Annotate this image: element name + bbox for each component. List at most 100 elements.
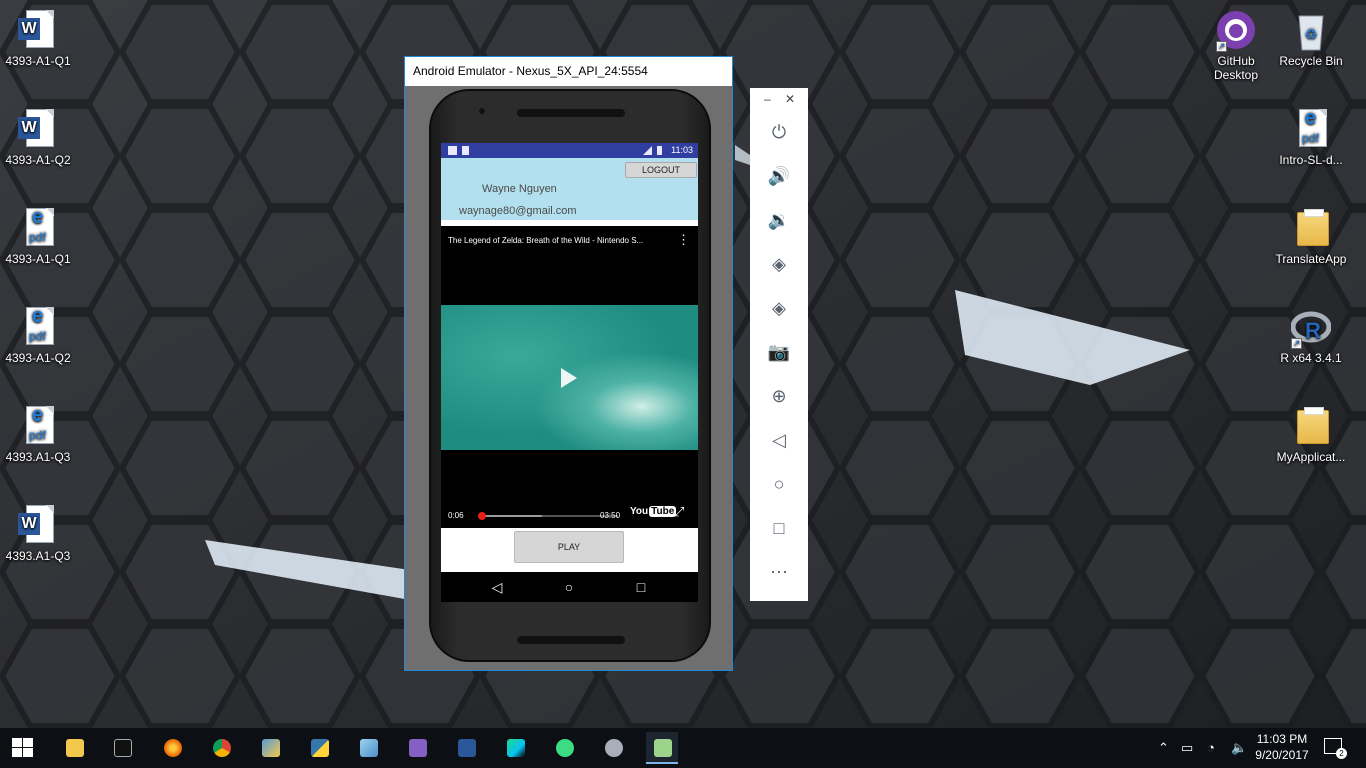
logout-button[interactable]: LOGOUT — [625, 162, 697, 178]
mail-notification-icon — [448, 146, 457, 155]
r-icon[interactable] — [597, 732, 629, 764]
pdf-document-icon: e pdf — [1291, 107, 1331, 151]
desktop-icon-label: 4393.A1-Q3 — [5, 549, 71, 563]
visual-studio-icon[interactable] — [401, 732, 433, 764]
youtube-player[interactable]: The Legend of Zelda: Breath of the Wild … — [441, 226, 698, 528]
phone-frame: 11:03 LOGOUT Wayne Nguyen waynage80@gmai… — [429, 89, 711, 662]
emulator-title[interactable]: Android Emulator - Nexus_5X_API_24:5554 — [405, 57, 732, 86]
clock-time: 11:03 PM — [1256, 732, 1308, 746]
more-icon[interactable]: ⋯ — [764, 559, 794, 585]
desktop-icon-github-desktop[interactable]: ↗ GitHub Desktop — [1198, 8, 1274, 82]
desktop-icon-label: 4393-A1-Q2 — [5, 351, 71, 365]
chrome-icon[interactable] — [205, 732, 237, 764]
volume-icon[interactable]: 🔈 — [1231, 740, 1247, 756]
desktop-icon-word-q1[interactable]: W 4393-A1-Q1 — [0, 8, 76, 68]
back-icon[interactable]: ◁ — [482, 572, 512, 602]
pdf-document-icon: e pdf — [18, 305, 58, 349]
desktop-icon-recycle-bin[interactable]: ♻ Recycle Bin — [1273, 8, 1349, 68]
clock-date: 9/20/2017 — [1255, 748, 1309, 762]
minimize-icon[interactable]: – — [764, 92, 771, 106]
desktop-icon-r-x64[interactable]: R ↗ R x64 3.4.1 — [1273, 305, 1349, 365]
word-document-icon: W — [18, 8, 58, 52]
recycle-bin-icon: ♻ — [1291, 8, 1331, 52]
camera-icon[interactable]: 📷 — [764, 339, 794, 365]
desktop-icon-word-q3[interactable]: W 4393.A1-Q3 — [0, 503, 76, 563]
folder-icon — [1291, 206, 1331, 250]
start-icon[interactable] — [12, 738, 34, 758]
home-icon[interactable]: ○ — [764, 471, 794, 497]
overview-icon[interactable]: □ — [764, 515, 794, 541]
notepad-icon[interactable] — [352, 732, 384, 764]
firefox-icon[interactable] — [156, 732, 188, 764]
svg-text:R: R — [1305, 318, 1321, 343]
seek-bar[interactable] — [477, 512, 618, 520]
webstorm-icon[interactable] — [499, 732, 531, 764]
more-vert-icon[interactable]: ⋮ — [677, 233, 690, 248]
power-icon[interactable]: ⏻ — [764, 119, 794, 145]
desktop-icon-label: 4393.A1-Q3 — [5, 450, 71, 464]
word-icon[interactable] — [450, 732, 482, 764]
desktop-icon-label: R x64 3.4.1 — [1280, 351, 1342, 365]
signal-icon — [643, 146, 652, 155]
wifi-icon[interactable]: ◔ — [1207, 740, 1215, 755]
android-studio-icon[interactable] — [548, 732, 580, 764]
user-name: Wayne Nguyen — [482, 183, 557, 195]
desktop-icon-label: 4393-A1-Q2 — [5, 153, 71, 167]
status-time: 11:03 — [671, 145, 693, 155]
desktop-icon-label: 4393-A1-Q1 — [5, 252, 71, 266]
speaker-grille-bottom — [517, 636, 625, 644]
tools-icon[interactable] — [254, 732, 286, 764]
desktop-icon-label: Recycle Bin — [1279, 54, 1343, 68]
command-prompt-icon[interactable] — [106, 732, 138, 764]
user-email: waynage80@gmail.com — [459, 205, 577, 217]
desktop-icon-pdf-q1[interactable]: e pdf 4393-A1-Q1 — [0, 206, 76, 266]
battery-icon — [657, 146, 662, 155]
phone-screen[interactable]: 11:03 LOGOUT Wayne Nguyen waynage80@gmai… — [441, 143, 698, 602]
chevron-up-icon[interactable]: ⌃ — [1158, 740, 1169, 756]
pdf-document-icon: e pdf — [18, 206, 58, 250]
user-header: LOGOUT Wayne Nguyen waynage80@gmail.com — [441, 158, 698, 220]
android-status-bar: 11:03 — [441, 143, 698, 158]
sd-card-icon — [462, 146, 469, 155]
word-document-icon: W — [18, 503, 58, 547]
emulator-icon[interactable] — [646, 732, 678, 764]
word-document-icon: W — [18, 107, 58, 151]
home-icon[interactable]: ○ — [554, 572, 584, 602]
desktop-icon-pdf-q3[interactable]: e pdf 4393.A1-Q3 — [0, 404, 76, 464]
rotate-right-icon[interactable]: ◈ — [764, 295, 794, 321]
volume-down-icon[interactable]: 🔉 — [764, 207, 794, 233]
emulator-toolbar: – ✕ ⏻ 🔊 🔉 ◈ ◈ 📷 ⊕ ◁ ○ □ ⋯ — [750, 88, 808, 601]
clock[interactable]: 11:03 PM 9/20/2017 — [1252, 731, 1312, 763]
play-button[interactable]: PLAY — [514, 531, 624, 563]
speaker-grille-top — [517, 109, 625, 117]
rotate-left-icon[interactable]: ◈ — [764, 251, 794, 277]
python-icon[interactable] — [303, 732, 335, 764]
youtube-logo[interactable]: You Tube — [630, 506, 677, 517]
desktop-icon-intro-pdf[interactable]: e pdf Intro-SL-d... — [1273, 107, 1349, 167]
play-icon[interactable] — [561, 368, 577, 388]
back-icon[interactable]: ◁ — [764, 427, 794, 453]
youtube-logo-tube: Tube — [649, 506, 677, 517]
recents-icon[interactable]: □ — [626, 572, 656, 602]
fullscreen-icon[interactable]: ⤢ — [674, 505, 688, 519]
zoom-icon[interactable]: ⊕ — [764, 383, 794, 409]
desktop-icon-label: GitHub Desktop — [1213, 54, 1259, 82]
desktop-icon-label: 4393-A1-Q1 — [5, 54, 71, 68]
battery-icon[interactable]: ▭ — [1181, 740, 1193, 756]
notification-count: 2 — [1336, 748, 1347, 759]
desktop-icon-label: TranslateApp — [1275, 252, 1347, 266]
desktop-icon-translateapp[interactable]: TranslateApp — [1273, 206, 1349, 266]
desktop-icon-pdf-q2[interactable]: e pdf 4393-A1-Q2 — [0, 305, 76, 365]
video-title: The Legend of Zelda: Breath of the Wild … — [448, 236, 644, 245]
seek-buffered — [478, 515, 543, 517]
emulator-window: Android Emulator - Nexus_5X_API_24:5554 … — [404, 56, 733, 671]
file-explorer-icon[interactable] — [58, 732, 90, 764]
seek-knob[interactable] — [477, 512, 486, 520]
folder-icon — [1291, 404, 1331, 448]
desktop-icon-word-q2[interactable]: W 4393-A1-Q2 — [0, 107, 76, 167]
close-icon[interactable]: ✕ — [785, 92, 795, 106]
android-nav-bar: ◁ ○ □ — [441, 572, 698, 602]
desktop-icon-myapplication[interactable]: MyApplicat... — [1273, 404, 1349, 464]
volume-up-icon[interactable]: 🔊 — [764, 163, 794, 189]
video-thumbnail[interactable] — [441, 305, 698, 450]
